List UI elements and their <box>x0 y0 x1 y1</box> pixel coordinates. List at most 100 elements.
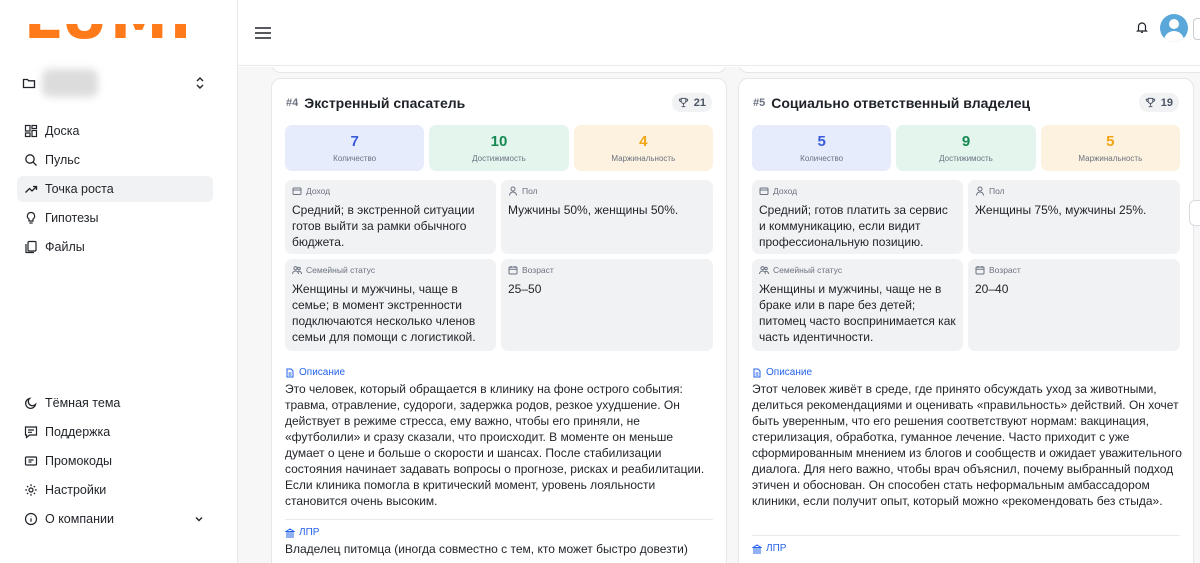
income-box: Доход Средний; готов платить за сервис и… <box>752 180 963 254</box>
menu-icon[interactable] <box>255 26 271 40</box>
card-header: #5 Социально ответственный владелец 19 <box>753 92 1179 114</box>
metric-quantity: 7 Количество <box>285 125 425 171</box>
age-box: Возраст 20–40 <box>968 259 1180 351</box>
sidebar-item-label: О компании <box>45 512 114 526</box>
gender-label: Пол <box>989 186 1005 196</box>
sidebar-item-label: Точка роста <box>45 182 114 196</box>
age-text: 20–40 <box>975 282 1009 296</box>
metric-value: 10 <box>490 133 508 150</box>
sidebar-item-label: Пульс <box>45 153 81 167</box>
sidebar-item-growth-point[interactable]: Точка роста <box>17 176 213 202</box>
lpr-title: ЛПР <box>766 543 787 554</box>
family-label: Семейный статус <box>306 265 376 275</box>
bank-icon <box>285 527 295 537</box>
lightbulb-icon <box>24 211 38 225</box>
divider <box>752 535 1180 536</box>
metric-label: Количество <box>800 154 844 163</box>
chat-icon <box>24 425 38 439</box>
avatar-body <box>1164 31 1184 42</box>
previous-card-bottom <box>738 67 1200 73</box>
info-icon <box>24 512 38 526</box>
sidebar-item-pulse[interactable]: Пульс <box>17 147 213 173</box>
description-title: Описание <box>766 367 813 378</box>
wallet-icon <box>759 187 769 195</box>
metric-quantity: 5 Количество <box>752 125 892 171</box>
calendar-icon <box>508 266 518 275</box>
sidebar-item-about[interactable]: О компании <box>17 506 213 532</box>
sidebar-item-label: Гипотезы <box>45 211 99 225</box>
sidebar-item-files[interactable]: Файлы <box>17 234 213 260</box>
document-icon <box>286 368 294 377</box>
metric-margin: 5 Маржинальность <box>1040 125 1180 171</box>
topbar <box>238 0 1200 66</box>
sidebar-item-label: Доска <box>45 124 80 138</box>
card-header: #4 Экстренный спасатель 21 <box>286 92 712 114</box>
metric-margin: 4 Маржинальность <box>573 125 713 171</box>
description-text: Это человек, который обращается в клиник… <box>285 382 705 508</box>
metric-label: Маржинальность <box>1078 154 1143 163</box>
folder-icon <box>22 78 36 89</box>
gender-text: Мужчины 50%, женщины 50%. <box>508 203 679 217</box>
persona-card: #4 Экстренный спасатель 21 7 Количество … <box>271 78 727 563</box>
previous-card-bottom <box>271 67 727 73</box>
bell-icon[interactable] <box>1135 20 1149 34</box>
lpr-section: ЛПР <box>752 543 1182 557</box>
sidebar: LUMI Доска Пульс Точка роста Гипотезы Фа… <box>0 0 238 563</box>
wallet-icon <box>292 187 302 195</box>
users-icon <box>292 266 302 275</box>
lpr-section: ЛПР Владелец питомца (иногда совместно с… <box>285 527 715 557</box>
card-title: Экстренный спасатель <box>304 95 466 111</box>
sidebar-item-hypotheses[interactable]: Гипотезы <box>17 205 213 231</box>
side-panel-toggle[interactable] <box>1189 200 1200 226</box>
description-title: Описание <box>299 367 346 378</box>
income-label: Доход <box>306 186 331 196</box>
metric-value: 7 <box>350 133 359 150</box>
sidebar-item-promocodes[interactable]: Промокоды <box>17 448 213 474</box>
gear-icon <box>24 483 38 497</box>
secondary-nav: Тёмная тема Поддержка Промокоды Настройк… <box>17 390 213 535</box>
age-text: 25–50 <box>508 282 542 296</box>
sidebar-item-label: Промокоды <box>45 454 112 468</box>
sidebar-item-label: Тёмная тема <box>45 396 121 410</box>
ticket-icon <box>24 454 38 468</box>
card-number: #4 <box>286 97 299 109</box>
metric-value: 5 <box>817 133 826 150</box>
chevron-down-icon <box>195 517 203 522</box>
income-text: Средний; готов платить за сервис и комму… <box>759 203 948 249</box>
sidebar-item-settings[interactable]: Настройки <box>17 477 213 503</box>
sidebar-item-board[interactable]: Доска <box>17 118 213 144</box>
family-text: Женщины и мужчины, чаще в семье; в момен… <box>292 282 476 344</box>
panel-toggle-button[interactable] <box>1193 18 1200 40</box>
score-badge: 21 <box>671 93 712 112</box>
avatar[interactable] <box>1160 14 1188 42</box>
sidebar-item-label: Настройки <box>45 483 107 497</box>
logo[interactable]: LUMI <box>24 24 209 50</box>
person-icon <box>976 186 984 196</box>
moon-icon <box>24 396 38 410</box>
sidebar-item-dark-theme[interactable]: Тёмная тема <box>17 390 213 416</box>
metric-label: Маржинальность <box>611 154 676 163</box>
files-icon <box>24 240 38 254</box>
trophy-icon <box>1145 97 1155 108</box>
metric-reachability: 10 Достижимость <box>429 125 569 171</box>
person-icon <box>509 186 517 196</box>
search-icon <box>24 153 38 167</box>
workspace-selector[interactable] <box>22 66 214 100</box>
sidebar-item-label: Файлы <box>45 240 85 254</box>
sidebar-item-support[interactable]: Поддержка <box>17 419 213 445</box>
lpr-title: ЛПР <box>299 527 320 538</box>
workspace-name-blurred <box>42 69 98 97</box>
family-box: Семейный статус Женщины и мужчины, чаще … <box>285 259 496 351</box>
metric-value: 5 <box>1106 133 1115 150</box>
income-label: Доход <box>773 186 798 196</box>
score-value: 19 <box>1160 96 1173 109</box>
family-text: Женщины и мужчины, чаще не в браке или в… <box>759 282 956 344</box>
metric-reachability: 9 Достижимость <box>896 125 1036 171</box>
logo-text: LUMI <box>24 24 193 48</box>
divider <box>285 519 713 520</box>
income-text: Средний; в экстренной ситуации готов вый… <box>292 203 475 249</box>
family-box: Семейный статус Женщины и мужчины, чаще … <box>752 259 963 351</box>
main-nav: Доска Пульс Точка роста Гипотезы Файлы <box>17 118 213 263</box>
chevron-updown-icon <box>196 77 204 89</box>
trophy-icon <box>678 97 688 108</box>
